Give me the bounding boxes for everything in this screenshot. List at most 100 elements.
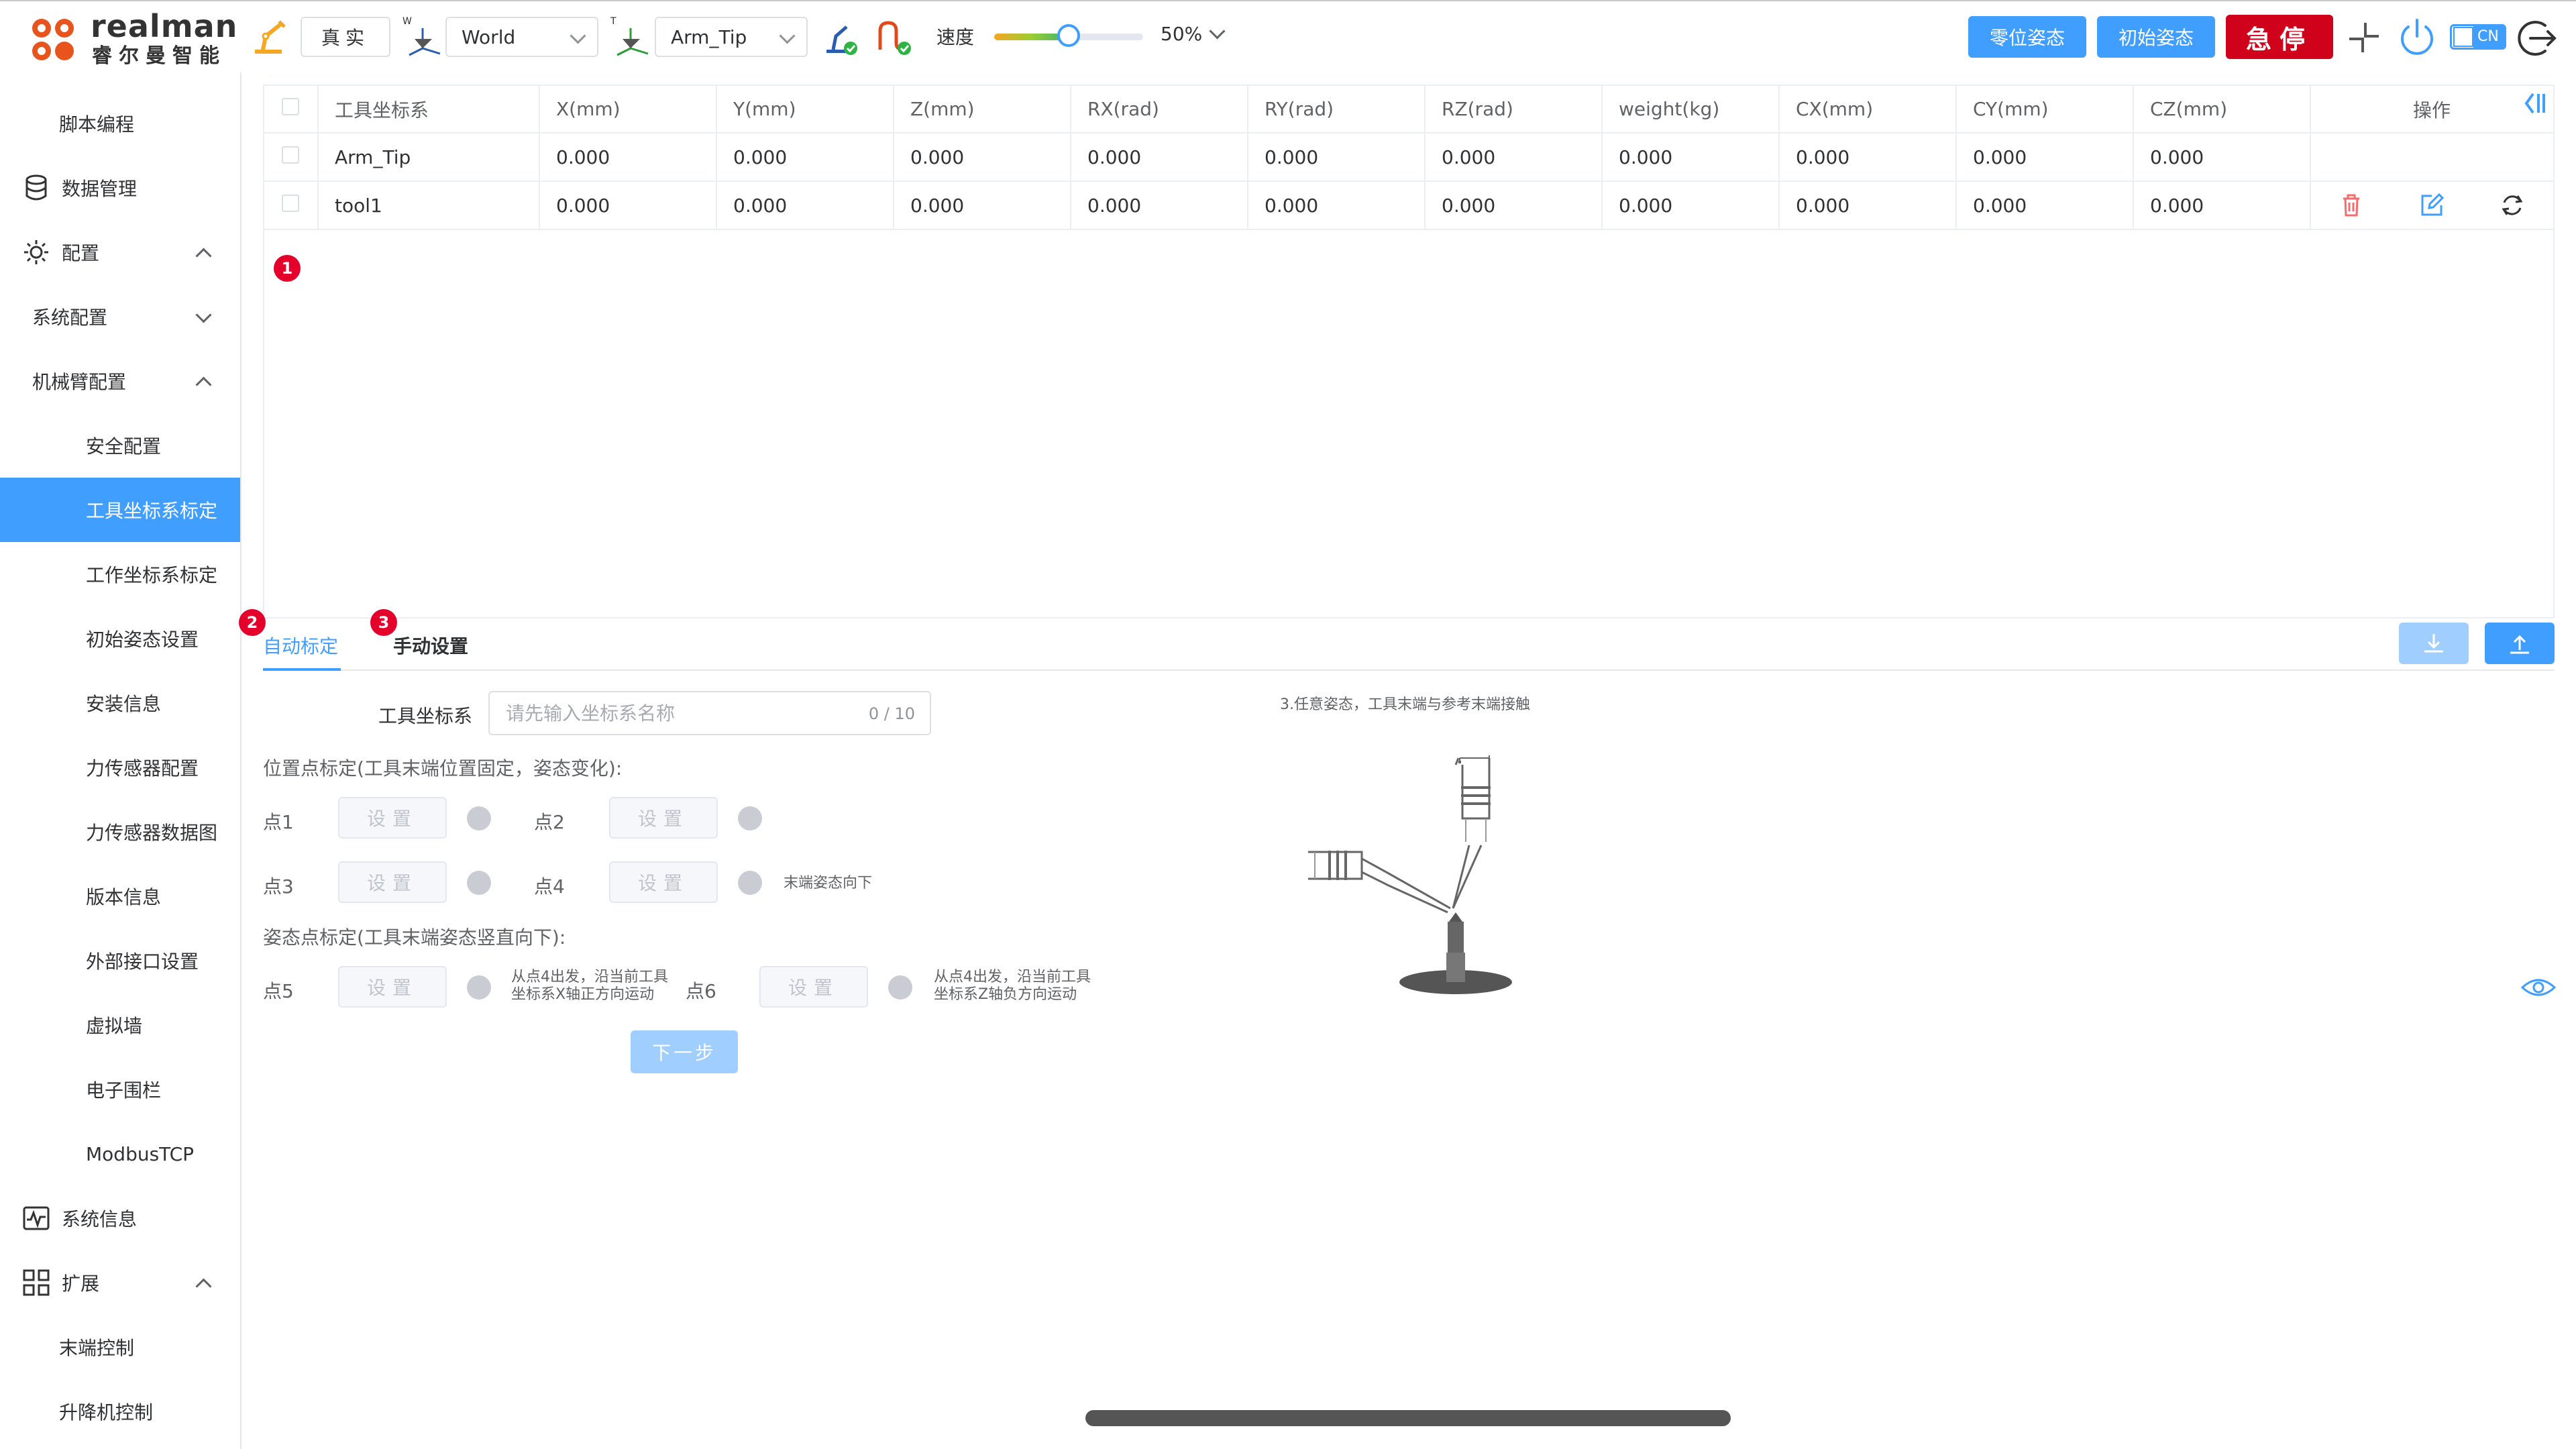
logout-icon[interactable]: [2516, 16, 2560, 60]
edit-icon[interactable]: [2418, 192, 2445, 219]
sidebar-item-virtual-wall[interactable]: 虚拟墙: [0, 993, 240, 1057]
select-all-cell[interactable]: [264, 86, 319, 133]
sidebar-item-version[interactable]: 版本信息: [0, 864, 240, 928]
speed-value[interactable]: 50%: [1161, 23, 1202, 45]
power-icon[interactable]: [2396, 16, 2438, 58]
sidebar-item-safety[interactable]: 安全配置: [0, 413, 240, 478]
sidebar-item-init-pose[interactable]: 初始姿态设置: [0, 606, 240, 671]
mode-toggle[interactable]: 真实: [301, 17, 390, 57]
sidebar-item-modbus[interactable]: ModbusTCP: [0, 1122, 240, 1186]
sidebar-item-label: 版本信息: [86, 886, 162, 908]
table-cell: 0.000: [1071, 181, 1248, 230]
row-select-cell[interactable]: [264, 181, 319, 230]
sidebar-item-data[interactable]: 数据管理: [0, 156, 240, 220]
sidebar-item-label: 外部接口设置: [86, 951, 199, 973]
home-indicator[interactable]: [1085, 1410, 1731, 1426]
collapse-left-icon[interactable]: [2521, 90, 2548, 117]
language-toggle[interactable]: CN: [2450, 24, 2506, 50]
row-checkbox[interactable]: [282, 194, 299, 212]
column-header: Z(mm): [894, 86, 1071, 133]
svg-text:T: T: [610, 16, 616, 27]
delete-icon[interactable]: [2338, 192, 2365, 219]
sidebar-item-work-calibration[interactable]: 工作坐标系标定: [0, 542, 240, 606]
chevron-down-icon: [195, 306, 212, 323]
point-1-set-button[interactable]: 设置: [338, 797, 447, 839]
column-header-actions: 操作: [2310, 86, 2553, 133]
sidebar-item-tool-calibration[interactable]: 工具坐标系标定: [0, 478, 240, 542]
point-6-set-button[interactable]: 设置: [759, 966, 868, 1008]
path-status-ok-icon[interactable]: [873, 16, 916, 59]
emergency-stop-button[interactable]: 急停: [2226, 15, 2333, 59]
init-pose-button[interactable]: 初始姿态: [2097, 16, 2215, 58]
sidebar-item-label: 扩展: [62, 1273, 100, 1295]
point-4-set-button[interactable]: 设置: [609, 861, 718, 903]
sidebar-item-script[interactable]: 脚本编程: [0, 91, 240, 156]
table-row[interactable]: tool1 0.000 0.000 0.000 0.000 0.000 0.00…: [264, 181, 2553, 230]
table-cell-actions: [2310, 133, 2553, 182]
tab-manual-setting[interactable]: 手动设置: [393, 632, 468, 659]
row-checkbox[interactable]: [282, 146, 299, 164]
download-button[interactable]: [2399, 623, 2469, 664]
sidebar-item-system-config[interactable]: 系统配置: [0, 284, 240, 349]
sidebar-item-lift-control[interactable]: 升降机控制: [0, 1379, 240, 1444]
position-section-title: 位置点标定(工具末端位置固定，姿态变化):: [263, 757, 623, 780]
speed-chevron-down-icon[interactable]: [1209, 23, 1226, 40]
sidebar-item-label: 脚本编程: [59, 113, 135, 136]
grid-apps-icon: [23, 1269, 50, 1296]
illustration-caption: 3.任意姿态，工具末端与参考末端接触: [1280, 696, 1530, 713]
tool-frame-select[interactable]: Arm_Tip: [655, 17, 808, 57]
frame-name-field[interactable]: 0 / 10: [488, 691, 931, 735]
refresh-icon[interactable]: [2499, 192, 2526, 219]
table-cell: 0.000: [2133, 181, 2311, 230]
speed-slider[interactable]: [994, 24, 1143, 47]
sidebar-item-fence[interactable]: 电子围栏: [0, 1057, 240, 1122]
eye-icon[interactable]: [2520, 974, 2557, 1001]
sidebar: 脚本编程 数据管理 配置 系统配置 机械臂配置 安全配置 工具坐标系标定 工作坐…: [0, 72, 241, 1449]
point-2-status-indicator: [738, 806, 762, 830]
row-actions: [2311, 192, 2553, 219]
point-1-label: 点1: [263, 811, 294, 833]
tool-frame-table: 工具坐标系 X(mm) Y(mm) Z(mm) RX(rad) RY(rad) …: [263, 85, 2555, 619]
world-frame-select[interactable]: World: [445, 17, 598, 57]
zero-pose-button[interactable]: 零位姿态: [1968, 16, 2086, 58]
point-2-set-button[interactable]: 设置: [609, 797, 718, 839]
column-header: CY(mm): [1956, 86, 2134, 133]
sidebar-item-label: 系统信息: [62, 1208, 138, 1230]
chevron-down-icon: [779, 28, 796, 44]
row-select-cell[interactable]: [264, 133, 319, 182]
robot-arm-icon[interactable]: [250, 16, 292, 59]
sidebar-item-arm-config[interactable]: 机械臂配置: [0, 349, 240, 413]
table-header-row: 工具坐标系 X(mm) Y(mm) Z(mm) RX(rad) RY(rad) …: [264, 86, 2553, 133]
sidebar-item-system-info[interactable]: 系统信息: [0, 1186, 240, 1250]
frame-name-input[interactable]: [504, 692, 856, 734]
point-3-set-button[interactable]: 设置: [338, 861, 447, 903]
table-cell: 0.000: [894, 181, 1071, 230]
sidebar-item-config[interactable]: 配置: [0, 220, 240, 284]
table-row[interactable]: Arm_Tip 0.000 0.000 0.000 0.000 0.000 0.…: [264, 133, 2553, 182]
upload-button[interactable]: [2485, 623, 2555, 664]
table-cell: 0.000: [716, 181, 894, 230]
sidebar-item-force-config[interactable]: 力传感器配置: [0, 735, 240, 800]
sidebar-item-install[interactable]: 安装信息: [0, 671, 240, 735]
sidebar-item-label: 机械臂配置: [32, 371, 127, 393]
chevron-up-icon: [195, 247, 212, 264]
sidebar-item-label: 安装信息: [86, 693, 162, 715]
select-all-checkbox[interactable]: [282, 98, 299, 115]
sidebar-item-label: 升降机控制: [59, 1401, 154, 1424]
table-cell: 0.000: [1248, 181, 1426, 230]
sidebar-item-end-control[interactable]: 末端控制: [0, 1315, 240, 1379]
sidebar-item-external-io[interactable]: 外部接口设置: [0, 928, 240, 993]
point-3-status-indicator: [467, 871, 491, 895]
svg-text:W: W: [402, 16, 412, 27]
tool-frame-value: Arm_Tip: [671, 25, 747, 48]
next-step-button[interactable]: 下一步: [631, 1030, 738, 1073]
sidebar-item-force-chart[interactable]: 力传感器数据图: [0, 800, 240, 864]
speed-slider-knob[interactable]: [1057, 24, 1080, 47]
collapse-arrows-icon[interactable]: [2345, 19, 2383, 56]
arm-status-ok-icon[interactable]: [820, 16, 863, 59]
tab-auto-calibration[interactable]: 自动标定: [263, 632, 338, 659]
calibration-illustration: [1308, 755, 1512, 994]
point-5-set-button[interactable]: 设置: [338, 966, 447, 1008]
speed-label: 速度: [936, 26, 975, 48]
sidebar-item-extend[interactable]: 扩展: [0, 1250, 240, 1315]
